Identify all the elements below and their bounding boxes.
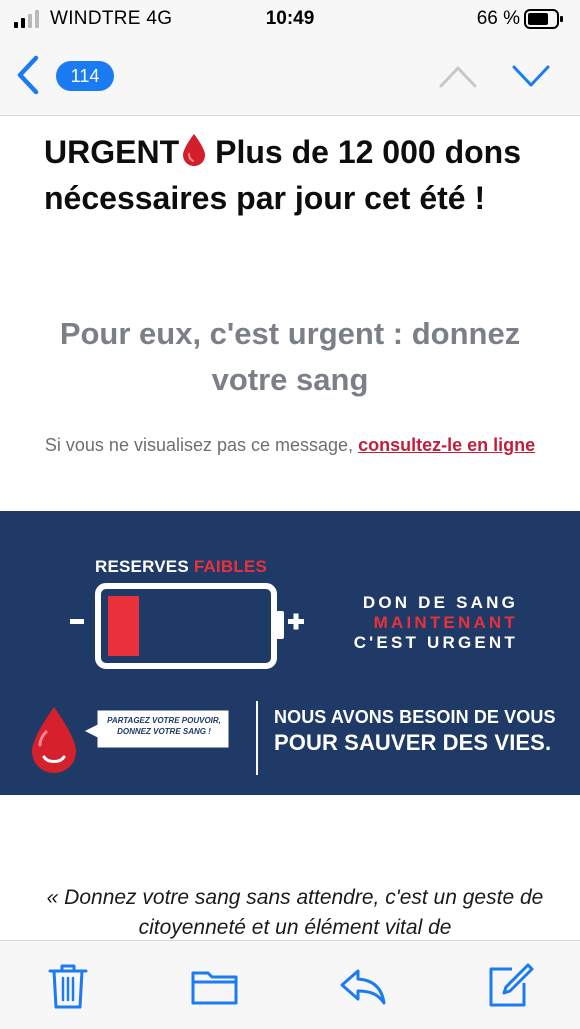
previous-message-icon	[439, 66, 477, 88]
blood-drop-icon	[183, 134, 206, 166]
don-line-1: DON DE SANG	[362, 593, 518, 612]
don-line-3: C'EST URGENT	[353, 633, 518, 652]
reply-icon[interactable]	[338, 961, 388, 1011]
mail-toolbar	[0, 940, 580, 1029]
banner-divider	[256, 701, 258, 775]
mail-nav-bar: 114	[0, 40, 580, 116]
blood-drop-mascot-icon	[32, 707, 76, 773]
faibles-word: FAIBLES	[193, 557, 267, 576]
bubble-line-1: PARTAGEZ VOTRE POUVOIR,	[107, 716, 221, 725]
view-online-prefix: Si vous ne visualisez pas ce message,	[44, 435, 359, 455]
view-online-link[interactable]: consultez-le en ligne	[358, 435, 535, 455]
view-online-note: Si vous ne visualisez pas ce message, co…	[20, 431, 560, 460]
don-de-sang-block: DON DE SANG MAINTENANT C'EST URGENT	[318, 593, 518, 653]
battery-fill	[108, 596, 139, 656]
email-subheadline: Pour eux, c'est urgent : donnez votre sa…	[59, 316, 521, 397]
back-chevron-icon[interactable]	[12, 54, 42, 96]
don-line-2: MAINTENANT	[373, 613, 518, 632]
headline-urgent: URGENT	[44, 134, 180, 170]
low-battery-icon	[70, 583, 304, 669]
battery-icon	[524, 9, 563, 29]
reserves-word: RESERVES	[95, 557, 194, 576]
compose-icon[interactable]	[486, 961, 534, 1011]
unread-count-badge[interactable]: 114	[56, 61, 114, 91]
trash-icon[interactable]	[44, 961, 92, 1011]
bubble-line-2: DONNEZ VOTRE SANG !	[117, 727, 211, 736]
folder-icon[interactable]	[190, 961, 240, 1011]
email-body[interactable]: URGENT Plus de 12 000 dons nécessaires p…	[0, 117, 580, 940]
blood-donation-banner[interactable]: RESERVES FAIBLES DON DE SANG MAINTENANT …	[0, 511, 580, 795]
need-line-1: NOUS AVONS BESOIN DE VOUS	[274, 707, 556, 727]
need-you-text: NOUS AVONS BESOIN DE VOUS POUR SAUVER DE…	[274, 705, 574, 755]
need-line-2: POUR SAUVER DES VIES.	[274, 730, 552, 755]
next-message-icon[interactable]	[510, 62, 552, 90]
speech-bubble-text: PARTAGEZ VOTRE POUVOIR, DONNEZ VOTRE SAN…	[100, 715, 228, 737]
reserves-label: RESERVES FAIBLES	[95, 557, 267, 577]
battery-percentage: 66 %	[476, 8, 520, 29]
email-headline: URGENT Plus de 12 000 dons nécessaires p…	[44, 129, 544, 221]
email-quote: « Donnez votre sang sans attendre, c'est…	[46, 886, 544, 939]
status-bar: WINDTRE 4G 10:49 66 %	[0, 0, 580, 40]
